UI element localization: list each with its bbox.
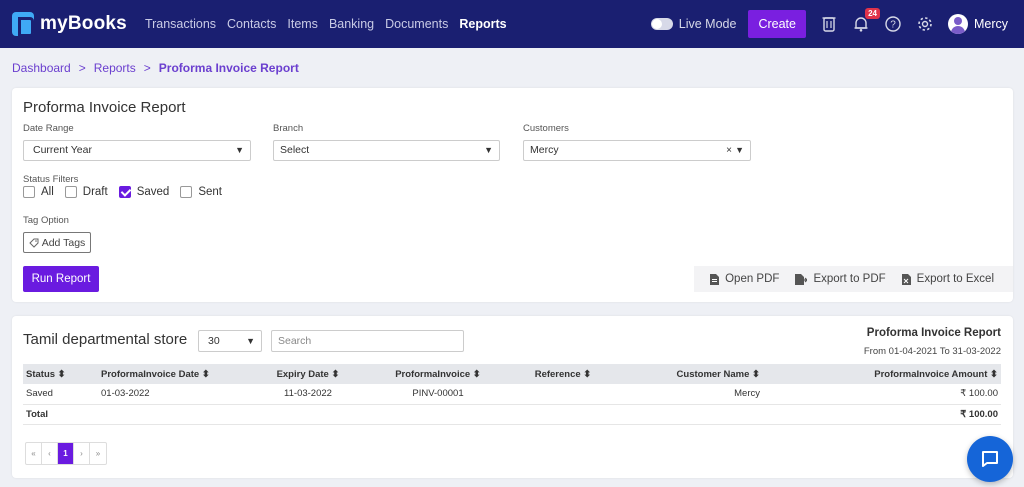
checkbox-saved[interactable]: [118, 186, 131, 198]
chevron-down-icon: ▼: [484, 145, 493, 155]
chat-button[interactable]: [967, 436, 1013, 482]
add-tags-button[interactable]: Add Tags: [23, 232, 91, 253]
checkbox-sent[interactable]: [180, 186, 193, 198]
cell-invoice-date: 01-03-2022: [98, 384, 248, 405]
clear-icon[interactable]: ×: [726, 141, 732, 160]
nav-contacts[interactable]: Contacts: [227, 17, 276, 31]
export-toolbar: Open PDF Export to PDF Export to Excel: [694, 266, 1013, 292]
export-excel-button[interactable]: Export to Excel: [901, 273, 994, 285]
breadcrumb: Dashboard > Reports > Proforma Invoice R…: [12, 61, 299, 75]
nav-reports[interactable]: Reports: [459, 17, 506, 31]
first-page-button[interactable]: «: [26, 443, 42, 464]
help-icon[interactable]: ?: [884, 15, 902, 33]
page-size-select[interactable]: 30 ▼: [198, 330, 262, 352]
breadcrumb-dashboard[interactable]: Dashboard: [12, 61, 71, 75]
prev-page-button[interactable]: ‹: [42, 443, 58, 464]
date-range-select[interactable]: Current Year ▼: [23, 140, 251, 161]
create-button[interactable]: Create: [748, 10, 806, 38]
date-range-value: Current Year: [33, 144, 92, 156]
branch-value: Select: [280, 144, 310, 156]
next-page-button[interactable]: ›: [74, 443, 90, 464]
branch-select[interactable]: Select ▼: [273, 140, 500, 161]
cell-expiry-date: 11-03-2022: [248, 384, 368, 405]
live-mode-label: Live Mode: [678, 17, 737, 31]
nav-items[interactable]: Items: [287, 17, 318, 31]
customers-label: Customers: [523, 123, 569, 134]
page-title: Proforma Invoice Report: [23, 99, 186, 116]
status-saved[interactable]: Saved: [118, 186, 169, 198]
col-expiry-date[interactable]: Expiry Date ⬍: [248, 364, 368, 384]
tag-option-label: Tag Option: [23, 215, 69, 226]
report-card: Tamil departmental store 30 ▼ Search Pro…: [12, 316, 1013, 478]
breadcrumb-current: Proforma Invoice Report: [158, 61, 299, 75]
gear-icon[interactable]: [916, 15, 934, 33]
customers-value: Mercy: [530, 144, 559, 156]
status-draft[interactable]: Draft: [64, 186, 108, 198]
col-invoice-number[interactable]: ProformaInvoice ⬍: [368, 364, 508, 384]
status-filters: All Draft Saved Sent: [23, 186, 233, 198]
trash-icon[interactable]: [820, 15, 838, 33]
tag-icon: [28, 238, 39, 248]
nav-banking[interactable]: Banking: [329, 17, 374, 31]
app-logo[interactable]: myBooks: [12, 12, 127, 37]
cell-amount: ₹ 100.00: [763, 384, 1001, 405]
avatar[interactable]: [947, 14, 968, 34]
col-customer-name[interactable]: Customer Name ⬍: [618, 364, 763, 384]
pagination: « ‹ 1 › »: [25, 442, 107, 465]
filter-card: Proforma Invoice Report Date Range Curre…: [12, 88, 1013, 302]
report-table: Status ⬍ ProformaInvoice Date ⬍ Expiry D…: [23, 364, 1001, 425]
cell-customer-name: Mercy: [618, 384, 763, 405]
table-header-row: Status ⬍ ProformaInvoice Date ⬍ Expiry D…: [23, 364, 1001, 384]
total-row: Total ₹ 100.00: [23, 404, 1001, 425]
nav-transactions[interactable]: Transactions: [145, 17, 216, 31]
chat-icon: [982, 451, 998, 467]
run-report-button[interactable]: Run Report: [23, 266, 99, 292]
report-title: Proforma Invoice Report: [866, 327, 1001, 339]
app-name: myBooks: [40, 13, 127, 34]
chevron-right-icon: >: [78, 61, 86, 75]
col-amount[interactable]: ProformaInvoice Amount ⬍: [763, 364, 1001, 384]
export-pdf-button[interactable]: Export to PDF: [795, 273, 886, 285]
logo-icon: [12, 12, 34, 37]
breadcrumb-reports[interactable]: Reports: [94, 61, 136, 75]
page-1-button[interactable]: 1: [58, 443, 74, 464]
chevron-down-icon: ▼: [235, 145, 244, 155]
file-export-icon: [795, 273, 808, 285]
main-nav: Transactions Contacts Items Banking Docu…: [145, 17, 518, 31]
open-pdf-button[interactable]: Open PDF: [710, 273, 779, 285]
checkbox-draft[interactable]: [64, 186, 77, 198]
status-filters-label: Status Filters: [23, 174, 79, 185]
date-range-label: Date Range: [23, 123, 74, 134]
user-name[interactable]: Mercy: [974, 17, 1008, 31]
status-all[interactable]: All: [23, 186, 54, 198]
store-name: Tamil departmental store: [23, 331, 188, 348]
table-row[interactable]: Saved 01-03-2022 11-03-2022 PINV-00001 M…: [23, 384, 1001, 405]
nav-documents[interactable]: Documents: [385, 17, 448, 31]
bell-icon[interactable]: 24: [852, 8, 880, 33]
col-status[interactable]: Status ⬍: [23, 364, 98, 384]
chevron-right-icon: >: [143, 61, 151, 75]
pdf-file-icon: [710, 273, 720, 285]
col-invoice-date[interactable]: ProformaInvoice Date ⬍: [98, 364, 248, 384]
notification-badge: 24: [865, 8, 880, 19]
live-mode-toggle[interactable]: [650, 18, 673, 30]
chevron-down-icon: ▼: [246, 336, 255, 346]
chevron-down-icon: ▼: [735, 145, 744, 155]
col-reference[interactable]: Reference ⬍: [508, 364, 618, 384]
last-page-button[interactable]: »: [90, 443, 106, 464]
report-date-range: From 01-04-2021 To 31-03-2022: [863, 346, 1001, 357]
search-input[interactable]: Search: [271, 330, 464, 352]
customers-select[interactable]: Mercy × ▼: [523, 140, 751, 161]
svg-text:?: ?: [890, 20, 896, 31]
cell-status: Saved: [23, 384, 98, 405]
excel-file-icon: [901, 273, 911, 285]
checkbox-all[interactable]: [23, 186, 35, 198]
top-nav: myBooks Transactions Contacts Items Bank…: [0, 0, 1024, 48]
total-label: Total: [23, 404, 98, 425]
cell-reference: [508, 384, 618, 405]
cell-invoice-number[interactable]: PINV-00001: [368, 384, 508, 405]
branch-label: Branch: [273, 123, 304, 134]
status-sent[interactable]: Sent: [180, 186, 222, 198]
total-amount: ₹ 100.00: [763, 404, 1001, 425]
